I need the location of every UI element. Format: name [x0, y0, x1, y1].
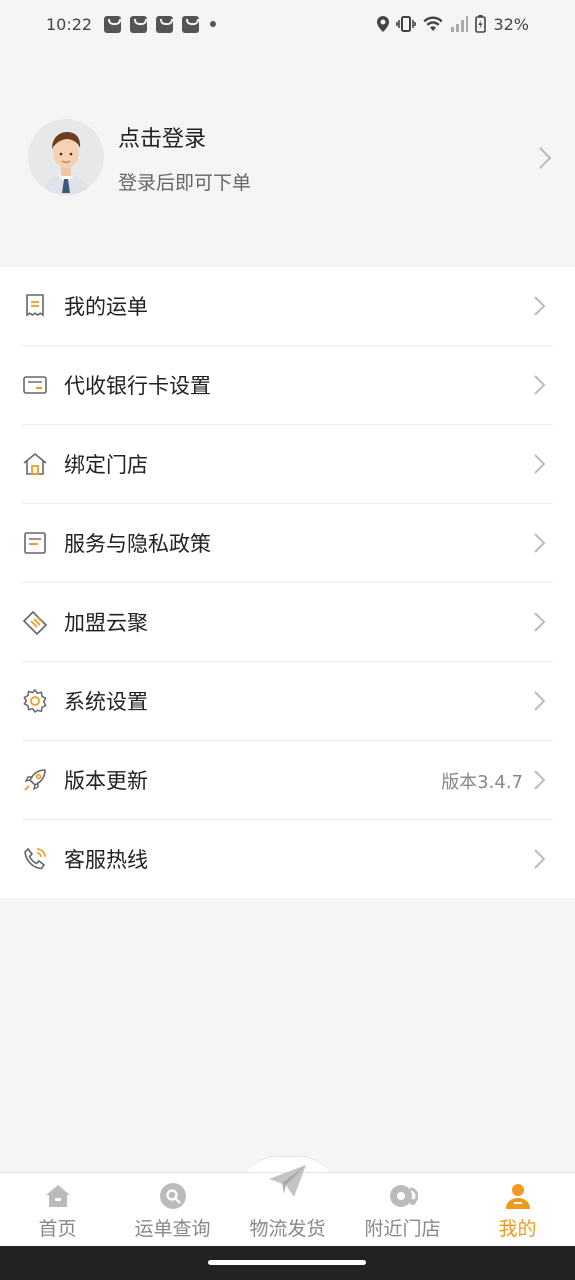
menu-item-system-settings[interactable]: 系统设置 [0, 662, 575, 741]
status-time: 10:22 [46, 14, 93, 34]
menu-item-bind-store[interactable]: 绑定门店 [0, 425, 575, 504]
chevron-right-icon [534, 770, 546, 790]
version-number: 版本3.4.7 [441, 772, 523, 793]
menu-item-label: 加盟云聚 [64, 611, 148, 635]
waybill-icon [26, 294, 44, 317]
location-icon [377, 16, 390, 32]
settings-menu: 我的运单 代收银行卡设置 绑定门店 服务与隐私政策 加盟云聚 系统设置 版本更新 [0, 267, 575, 898]
login-header[interactable]: 点击登录 登录后即可下单 [0, 48, 575, 267]
chevron-right-icon [539, 147, 552, 169]
battery-percentage: 32% [493, 14, 529, 34]
paper-plane-icon [269, 1165, 306, 1197]
menu-item-version-update[interactable]: 版本更新 版本3.4.7 [0, 741, 575, 820]
login-subtitle: 登录后即可下单 [118, 172, 252, 194]
menu-item-privacy-policy[interactable]: 服务与隐私政策 [0, 504, 575, 583]
handshake-icon [22, 610, 48, 635]
bank-card-icon [23, 376, 47, 394]
more-notifications-dot-icon [210, 21, 217, 27]
bag-notification-icon [182, 15, 200, 33]
chevron-right-icon [534, 691, 546, 711]
tab-nearby-stores[interactable]: 附近门店 [345, 1173, 460, 1247]
tab-home[interactable]: 首页 [0, 1173, 115, 1247]
battery-charging-icon [475, 15, 487, 33]
nearby-store-icon [390, 1185, 418, 1207]
tab-label: 我的 [498, 1218, 537, 1240]
menu-item-label: 版本更新 [64, 769, 148, 793]
chevron-right-icon [534, 454, 546, 474]
wifi-icon [423, 16, 443, 31]
bag-notification-icon [104, 15, 122, 33]
status-indicators: 32% [377, 15, 529, 34]
tab-waybill-search[interactable]: 运单查询 [115, 1173, 230, 1247]
bottom-tab-bar: 首页 运单查询 物流发货 附近门店 我的 [0, 1165, 575, 1247]
search-waybill-icon [160, 1183, 186, 1209]
menu-item-label: 绑定门店 [64, 453, 148, 477]
tab-ship[interactable]: 物流发货 [230, 1165, 345, 1247]
chevron-right-icon [534, 375, 546, 395]
bag-notification-icon [130, 15, 148, 33]
login-title[interactable]: 点击登录 [118, 121, 206, 153]
default-avatar-icon [28, 119, 104, 195]
status-bar: 10:22 32% [0, 0, 575, 48]
tab-label: 附近门店 [364, 1218, 441, 1240]
menu-item-customer-hotline[interactable]: 客服热线 [0, 820, 575, 899]
menu-item-label: 代收银行卡设置 [64, 374, 211, 398]
phone-icon [24, 847, 46, 870]
chevron-right-icon [534, 612, 546, 632]
menu-item-label: 系统设置 [64, 690, 148, 714]
menu-item-label: 客服热线 [64, 848, 148, 872]
home-icon [46, 1185, 70, 1207]
document-icon [24, 532, 46, 554]
tab-label: 运单查询 [134, 1218, 211, 1240]
user-icon [506, 1184, 530, 1209]
chevron-right-icon [534, 849, 546, 869]
menu-item-join[interactable]: 加盟云聚 [0, 583, 575, 662]
chevron-right-icon [534, 533, 546, 553]
menu-item-label: 服务与隐私政策 [64, 532, 211, 556]
signal-icon [451, 16, 469, 32]
bag-notification-icon [156, 15, 174, 33]
tab-label: 首页 [38, 1218, 77, 1240]
store-home-icon [23, 452, 47, 475]
avatar[interactable] [28, 119, 104, 195]
tab-mine[interactable]: 我的 [460, 1173, 575, 1247]
tab-label: 物流发货 [249, 1218, 326, 1240]
home-indicator[interactable] [208, 1260, 366, 1265]
menu-item-my-waybills[interactable]: 我的运单 [0, 267, 575, 346]
rocket-icon [24, 769, 46, 791]
system-nav-bar [0, 1246, 575, 1280]
vibrate-icon [396, 16, 417, 32]
menu-item-bank-card[interactable]: 代收银行卡设置 [0, 346, 575, 425]
menu-item-label: 我的运单 [64, 295, 148, 319]
gear-icon [23, 688, 47, 714]
chevron-right-icon [534, 296, 546, 316]
